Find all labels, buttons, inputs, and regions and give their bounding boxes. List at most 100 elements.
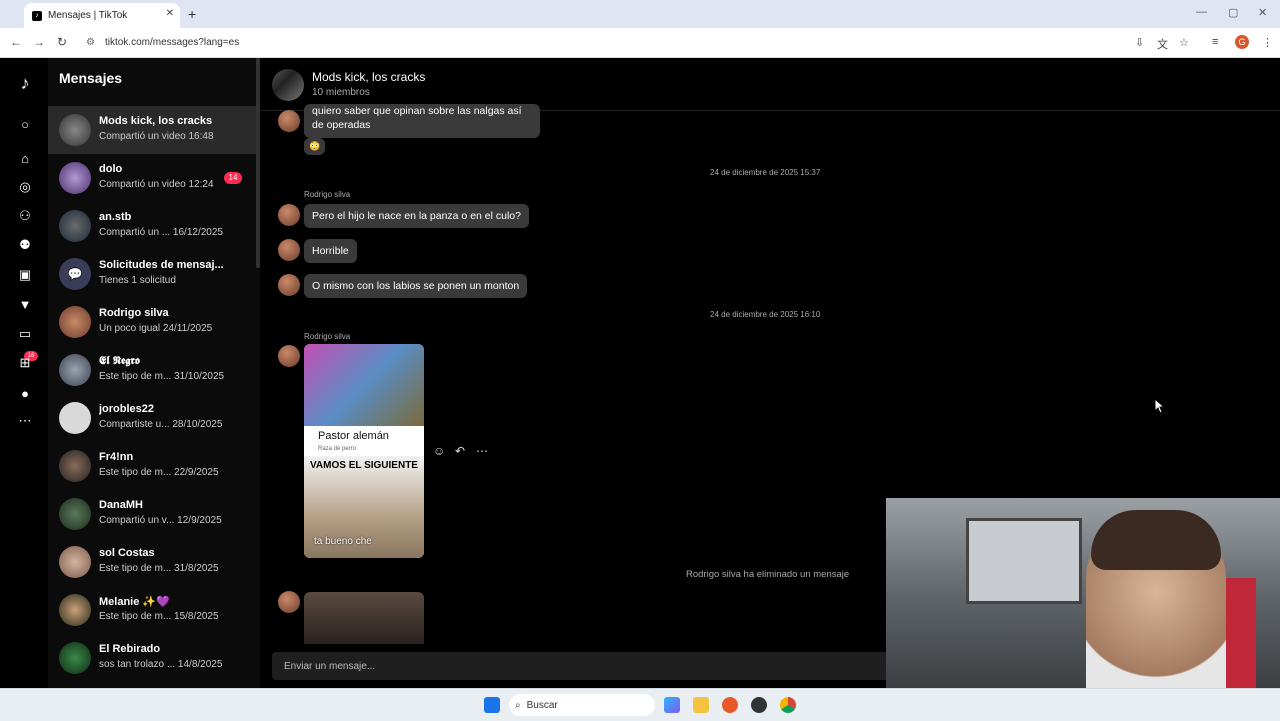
conversation-item[interactable]: sol Costas Este tipo de m... 31/8/2025 <box>48 538 256 586</box>
system-message: Rodrigo silva ha eliminado un mensaje <box>686 569 850 580</box>
message-requests-item[interactable]: 💬 Solicitudes de mensaj... Tienes 1 soli… <box>48 250 256 298</box>
avatar[interactable] <box>278 110 300 132</box>
home-icon[interactable]: ⌂ <box>16 149 34 167</box>
message-bubble[interactable]: Pero el hijo le nace en la panza o en el… <box>304 204 529 228</box>
message-text: Horrible <box>312 245 349 257</box>
message-input[interactable] <box>272 652 896 680</box>
conversation-name: DanaMH <box>99 499 144 511</box>
avatar <box>59 546 91 578</box>
upload-icon[interactable]: ⊞ <box>16 354 34 372</box>
conversation-item[interactable]: dolo Compartió un video 12:24 14 <box>48 154 256 202</box>
conversation-list: Mensajes Mods kick, los cracks Compartió… <box>48 58 260 688</box>
conversation-name: Rodrigo silva <box>99 307 169 319</box>
install-app-icon[interactable]: ⇩ <box>1135 36 1144 49</box>
os-taskbar: ⌕ Buscar <box>0 688 1280 721</box>
conversation-preview: Compartió un v... 12/9/2025 <box>99 515 222 526</box>
avatar <box>59 642 91 674</box>
message-bubble[interactable]: Horrible <box>304 239 357 263</box>
avatar[interactable] <box>278 591 300 613</box>
search-icon[interactable]: ○ <box>16 115 34 133</box>
profile-icon[interactable]: ● <box>16 384 34 402</box>
windows-start-icon[interactable] <box>484 697 500 713</box>
chrome-icon[interactable] <box>780 697 796 713</box>
obs-icon[interactable] <box>751 697 767 713</box>
conversation-preview: Un poco igual 24/11/2025 <box>99 323 213 334</box>
copilot-icon[interactable] <box>664 697 680 713</box>
message-bubble[interactable]: O mismo con los labios se ponen un monto… <box>304 274 528 298</box>
activity-icon[interactable]: ▼ <box>16 295 34 313</box>
conversation-item[interactable]: El Rebirado sos tan trolazo ... 14/8/202… <box>48 634 256 682</box>
shared-video[interactable]: Pastor alemán Raza de perro VAMOS EL SIG… <box>304 344 424 558</box>
menu-kebab-icon[interactable]: ⋮ <box>1262 36 1273 49</box>
group-avatar[interactable] <box>272 69 304 101</box>
address-bar[interactable]: ⚙ tiktok.com/messages?lang=es <box>80 32 1120 53</box>
site-info-icon[interactable]: ⚙ <box>86 37 95 48</box>
conversation-name: sol Costas <box>99 547 155 559</box>
browser-tab[interactable]: ♪ Mensajes | TikTok ✕ <box>24 3 180 28</box>
translate-icon[interactable]: 文 <box>1157 36 1168 52</box>
reaction-chip[interactable]: 😳 <box>304 138 326 155</box>
unread-badge: 14 <box>224 172 242 184</box>
conversation-preview: Compartió un video 12:24 <box>99 179 214 190</box>
profile-avatar[interactable]: G <box>1235 35 1249 49</box>
video-thumbnail <box>304 344 424 426</box>
conversation-item[interactable]: Mods kick, los cracks Compartió un video… <box>48 106 256 154</box>
close-window-button[interactable]: ✕ <box>1258 6 1267 19</box>
taskbar-search[interactable]: ⌕ Buscar <box>509 694 655 716</box>
friends-icon[interactable]: ⚉ <box>16 236 34 254</box>
reload-icon[interactable]: ↻ <box>57 35 67 49</box>
avatar <box>59 114 91 146</box>
new-tab-button[interactable]: + <box>188 6 196 22</box>
tiktok-nav: ♪ ○ ⌂ ◎ ⚇ ⚉ ▣ ▼ 16 ▭ ⊞ ● ⋯ <box>0 58 49 688</box>
avatar[interactable] <box>278 239 300 261</box>
avatar[interactable] <box>278 204 300 226</box>
member-count[interactable]: 10 miembros <box>312 87 370 98</box>
conversation-item[interactable]: Fr4!nn Este tipo de m... 22/9/2025 <box>48 442 256 490</box>
shared-video[interactable] <box>304 592 424 644</box>
minimize-button[interactable]: — <box>1196 6 1207 18</box>
back-icon[interactable]: ← <box>10 35 22 49</box>
conversation-name: Melanie ✨💜 <box>99 596 170 608</box>
tiktok-logo-icon[interactable]: ♪ <box>16 73 34 93</box>
file-explorer-icon[interactable] <box>693 697 709 713</box>
forward-icon[interactable]: → <box>33 35 45 49</box>
avatar[interactable] <box>278 274 300 296</box>
maximize-button[interactable]: ▢ <box>1228 6 1238 19</box>
reply-icon[interactable]: ↶ <box>455 444 465 458</box>
live-icon[interactable]: ▣ <box>16 266 34 284</box>
conversation-item[interactable]: jorobles22 Compartiste u... 28/10/2025 <box>48 394 256 442</box>
following-icon[interactable]: ⚇ <box>16 207 34 225</box>
bookmark-star-icon[interactable]: ☆ <box>1179 36 1189 49</box>
message-bubble[interactable]: quiero saber que opinan sobre las nalgas… <box>304 104 540 138</box>
more-options-icon[interactable]: ⋯ <box>476 444 488 458</box>
reading-list-icon[interactable]: ≡ <box>1212 36 1218 48</box>
webcam-person-hair <box>1091 510 1221 570</box>
timestamp: 24 de diciembre de 2025 15:37 <box>710 168 821 177</box>
react-icon[interactable]: ☺ <box>433 444 445 458</box>
more-icon[interactable]: ⋯ <box>16 412 34 430</box>
explore-icon[interactable]: ◎ <box>16 178 34 196</box>
firefox-icon[interactable] <box>722 697 738 713</box>
avatar <box>59 210 91 242</box>
conversation-item[interactable]: an.stb Compartió un ... 16/12/2025 <box>48 202 256 250</box>
avatar[interactable] <box>278 345 300 367</box>
sender-name: Rodrigo silva <box>304 332 351 341</box>
conversation-item[interactable]: Melanie ✨💜 Este tipo de m... 15/8/2025 <box>48 586 256 634</box>
conversation-name: Fr4!nn <box>99 451 134 463</box>
conversation-preview: sos tan trolazo ... 14/8/2025 <box>99 659 223 670</box>
conversation-preview: Este tipo de m... 31/10/2025 <box>99 371 225 382</box>
message-input-bar <box>272 652 902 680</box>
conversation-item[interactable]: 𝕰𝖑 𝕹𝖊𝖌𝖗𝖔 Este tipo de m... 31/10/2025 <box>48 346 256 394</box>
conversation-item[interactable]: Rodrigo silva Un poco igual 24/11/2025 <box>48 298 256 346</box>
chat-bubble-icon: 💬 <box>59 258 91 290</box>
video-overlay-text: VAMOS EL SIGUIENTE <box>310 460 418 471</box>
conversation-preview: Compartió un video 16:48 <box>99 131 214 142</box>
browser-tabbar: ♪ Mensajes | TikTok ✕ + — ▢ ✕ <box>0 0 1280 28</box>
conversation-item[interactable]: DanaMH Compartió un v... 12/9/2025 <box>48 490 256 538</box>
avatar <box>59 306 91 338</box>
sender-name: Rodrigo silva <box>304 190 351 199</box>
webcam-background-window <box>966 518 1082 604</box>
messages-icon[interactable]: ▭ <box>16 325 34 343</box>
tab-close-icon[interactable]: ✕ <box>166 8 174 19</box>
group-name[interactable]: Mods kick, los cracks <box>312 70 425 84</box>
